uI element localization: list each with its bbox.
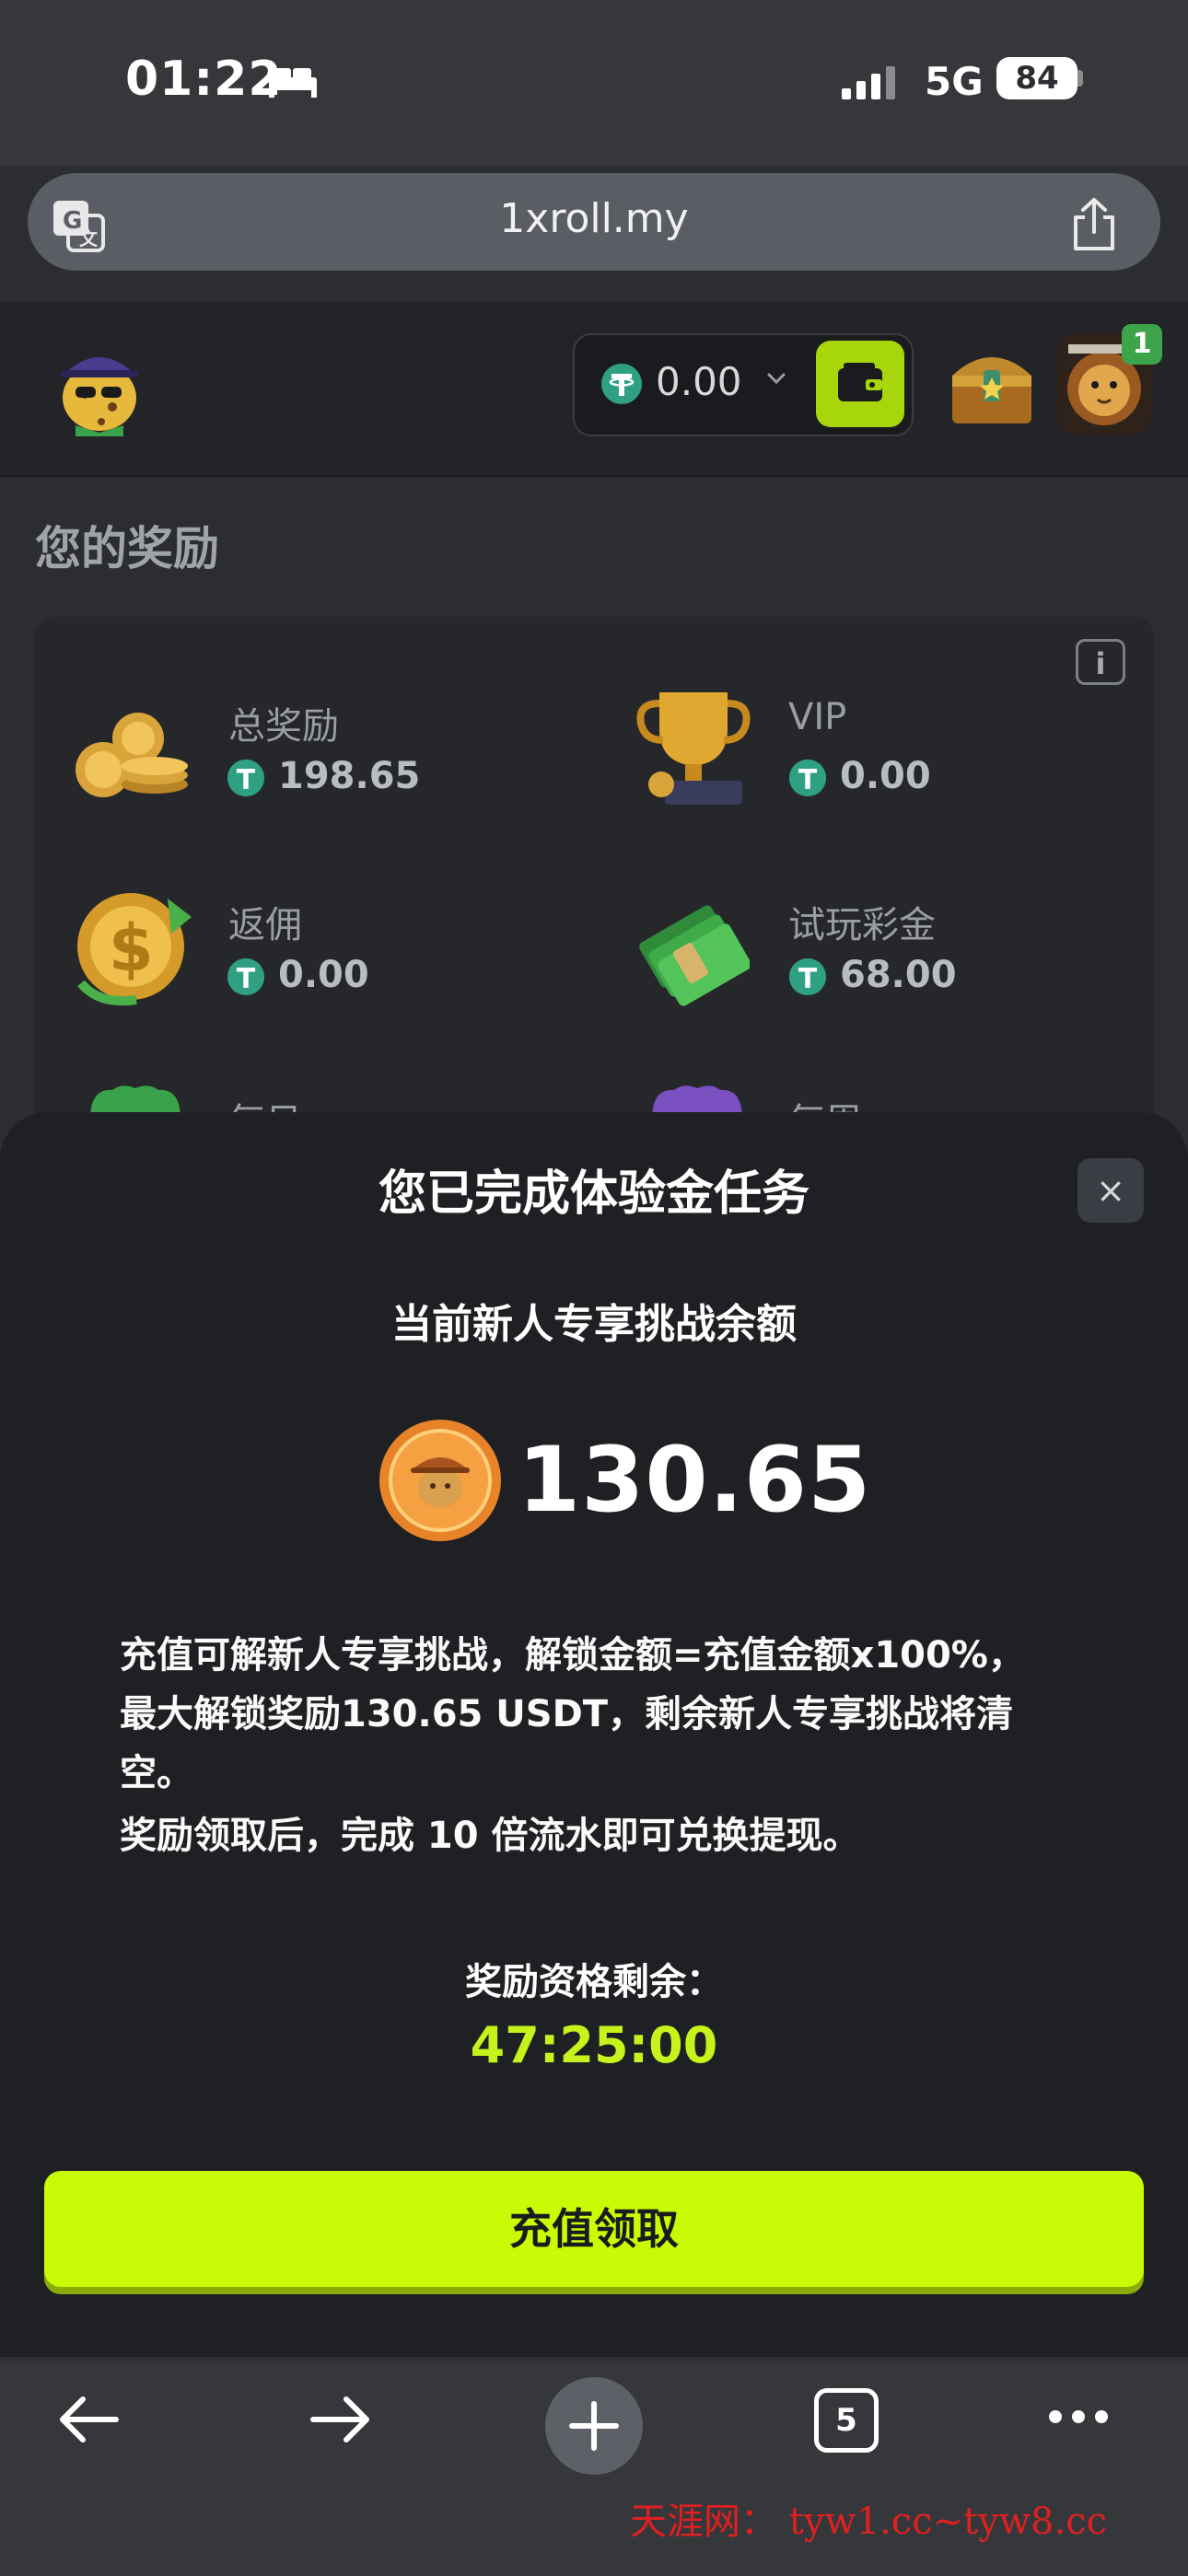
coin-icon xyxy=(379,1420,501,1541)
trophy-icon xyxy=(636,692,751,805)
status-time: 01:22 xyxy=(125,52,283,107)
coins-stack-icon xyxy=(76,713,188,797)
chevron-down-icon[interactable] xyxy=(766,372,786,385)
modal-description-line-2: 最大解锁奖励130.65 USDT，剩余新人专享挑战将清 xyxy=(120,1693,1014,1735)
deposit-claim-button[interactable]: 充值领取 xyxy=(44,2171,1144,2287)
forward-arrow-icon[interactable] xyxy=(304,2383,378,2456)
reward-label-rebate: 返佣 xyxy=(228,904,302,946)
modal-description-line-4: 奖励领取后，完成 10 倍流水即可兑换提现。 xyxy=(120,1815,860,1857)
tether-icon xyxy=(601,364,642,404)
cash-stack-icon xyxy=(639,905,750,1006)
reward-label-total: 总奖励 xyxy=(228,705,339,748)
share-icon[interactable] xyxy=(1068,197,1120,252)
back-arrow-icon[interactable] xyxy=(52,2383,125,2456)
info-button[interactable]: i xyxy=(1076,639,1125,685)
challenge-balance-amount: 130.65 xyxy=(518,1428,872,1533)
svg-text:$: $ xyxy=(109,911,154,986)
reward-label-trial: 试玩彩金 xyxy=(788,904,936,946)
modal-description-line-3: 空。 xyxy=(120,1752,193,1794)
balance-amount: 0.00 xyxy=(656,359,742,404)
countdown-timer: 47:25:00 xyxy=(470,2016,718,2074)
tabs-button[interactable]: 5 xyxy=(814,2388,879,2453)
notification-badge: 1 xyxy=(1122,324,1162,365)
url-text[interactable]: 1xroll.my xyxy=(0,195,1188,242)
tether-icon xyxy=(227,759,265,797)
sleep-mode-icon xyxy=(269,68,317,98)
plus-icon[interactable] xyxy=(566,2398,622,2454)
wallet-icon[interactable] xyxy=(834,361,886,405)
tether-icon xyxy=(788,957,827,996)
reward-value-total: 198.65 xyxy=(278,755,421,797)
battery-level: 84 xyxy=(996,57,1077,99)
reward-value-rebate: 0.00 xyxy=(278,954,369,996)
cellular-signal-icon xyxy=(842,66,895,99)
page-title: 您的奖励 xyxy=(35,522,219,575)
reward-value-trial: 68.00 xyxy=(840,954,957,996)
watermark-text: 天涯网： tyw1.cc~tyw8.cc xyxy=(630,2501,1107,2543)
treasure-chest-icon[interactable] xyxy=(943,339,1041,431)
modal-subtitle: 当前新人专享挑战余额 xyxy=(391,1301,797,1348)
close-button[interactable]: × xyxy=(1077,1158,1144,1223)
network-type: 5G xyxy=(925,59,984,104)
dollar-coin-icon: $ xyxy=(77,893,192,1006)
timer-label: 奖励资格剩余： xyxy=(465,1961,723,2003)
reward-value-vip: 0.00 xyxy=(840,755,931,797)
tether-icon xyxy=(227,957,265,996)
modal-title: 您已完成体验金任务 xyxy=(378,1166,809,1222)
more-icon[interactable] xyxy=(1046,2407,1111,2427)
tether-icon xyxy=(788,759,827,797)
battery-tip xyxy=(1077,70,1083,87)
reward-label-vip: VIP xyxy=(788,696,847,738)
modal-description-line-1: 充值可解新人专享挑战，解锁金额=充值金额x100%， xyxy=(120,1634,1025,1677)
leopard-mascot-logo[interactable] xyxy=(48,333,149,436)
